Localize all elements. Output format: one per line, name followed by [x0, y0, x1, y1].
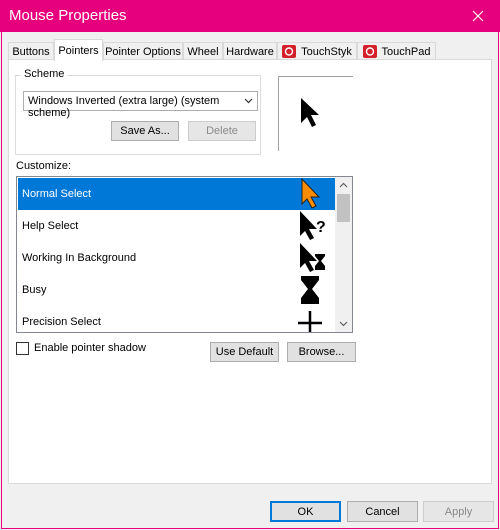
- arrow-pointer-icon: [301, 178, 321, 209]
- scheme-dropdown[interactable]: Windows Inverted (extra large) (system s…: [23, 91, 258, 119]
- scroll-up-button[interactable]: [335, 177, 352, 194]
- list-item[interactable]: Help Select ?: [18, 210, 336, 242]
- close-button[interactable]: [456, 0, 500, 32]
- pointer-list[interactable]: Normal Select Help Select ? Working In B…: [16, 176, 353, 333]
- scheme-group-label: Scheme: [21, 68, 68, 80]
- apply-button[interactable]: Apply: [423, 501, 494, 522]
- customize-label: Customize:: [16, 160, 72, 172]
- pointer-preview: [278, 76, 353, 151]
- save-as-button[interactable]: Save As...: [111, 121, 179, 141]
- pointer-shadow-checkbox[interactable]: [16, 341, 29, 355]
- title-bar: Mouse Properties: [0, 0, 500, 32]
- cancel-button[interactable]: Cancel: [347, 501, 418, 522]
- chevron-down-icon: [244, 98, 253, 104]
- working-pointer-icon: [300, 243, 325, 272]
- use-default-button[interactable]: Use Default: [210, 342, 279, 362]
- close-icon: [472, 10, 484, 22]
- svg-text:?: ?: [316, 219, 326, 236]
- window-title: Mouse Properties: [9, 7, 127, 24]
- tab-pointers[interactable]: Pointers: [54, 39, 103, 61]
- list-item[interactable]: Busy: [18, 274, 336, 306]
- touchstyk-icon: [282, 45, 297, 58]
- tab-wheel[interactable]: Wheel: [183, 42, 223, 60]
- chevron-down-icon: [339, 321, 348, 327]
- list-item[interactable]: Working In Background: [18, 242, 336, 274]
- pointer-shadow-option[interactable]: Enable pointer shadow: [16, 341, 146, 355]
- dialog-body: Buttons Pointers Pointer Options Wheel H…: [1, 32, 499, 529]
- chevron-up-icon: [339, 182, 348, 188]
- list-item[interactable]: Normal Select: [18, 178, 336, 210]
- scheme-group: Scheme Windows Inverted (extra large) (s…: [15, 68, 261, 155]
- delete-button[interactable]: Delete: [188, 121, 256, 141]
- tab-touchpad[interactable]: TouchPad: [357, 42, 436, 60]
- browse-button[interactable]: Browse...: [287, 342, 356, 362]
- help-pointer-icon: ?: [300, 211, 326, 240]
- vertical-scrollbar[interactable]: [335, 177, 352, 332]
- hourglass-icon: [301, 276, 319, 304]
- pointer-shadow-label: Enable pointer shadow: [34, 342, 146, 354]
- crosshair-icon: [298, 311, 322, 332]
- scroll-down-button[interactable]: [335, 315, 352, 332]
- scheme-selected-value: Windows Inverted (extra large) (system s…: [28, 95, 220, 119]
- arrow-pointer-preview-icon: [301, 98, 319, 127]
- tab-touchstyk[interactable]: TouchStyk: [277, 42, 357, 60]
- touchpad-icon: [362, 45, 377, 58]
- tab-buttons[interactable]: Buttons: [8, 42, 54, 60]
- ok-button[interactable]: OK: [270, 501, 341, 522]
- tab-hardware[interactable]: Hardware: [223, 42, 277, 60]
- tab-pointer-options[interactable]: Pointer Options: [103, 42, 183, 60]
- list-item[interactable]: Precision Select: [18, 306, 336, 332]
- scrollbar-thumb[interactable]: [337, 194, 350, 222]
